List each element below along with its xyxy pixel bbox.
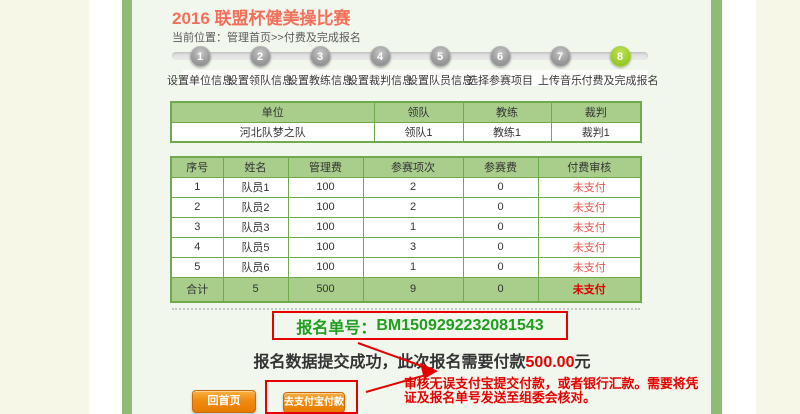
table-row: 2 队员2 100 2 0 未支付 [171, 197, 641, 217]
cell-leader: 领队1 [374, 122, 463, 142]
breadcrumb-current: 付费及完成报名 [284, 32, 361, 44]
cell-unpaid-status: 未支付 [538, 257, 641, 277]
left-green-border [122, 0, 132, 414]
cell-index: 2 [171, 197, 223, 217]
header-index: 序号 [171, 157, 223, 177]
total-mgmt-fee: 500 [288, 277, 363, 302]
cell-index: 4 [171, 237, 223, 257]
total-count: 5 [223, 277, 288, 302]
header-mgmt-fee: 管理费 [288, 157, 363, 177]
cell-name: 队员6 [223, 257, 288, 277]
cell-coach: 教练1 [463, 122, 551, 142]
cell-mgmt-fee: 100 [288, 177, 363, 197]
right-cream-margin [756, 0, 800, 414]
order-number-box: 报名单号：BM1509292232081543 [272, 311, 568, 340]
team-table-data-row: 河北队梦之队 领队1 教练1 裁判1 [171, 122, 641, 142]
order-number-label: 报名单号： [296, 314, 376, 338]
registration-payment-page: 2016 联盟杯健美操比赛 当前位置：管理首页>>付费及完成报名 1 设置单位信… [0, 0, 800, 414]
cell-name: 队员2 [223, 197, 288, 217]
cell-index: 5 [171, 257, 223, 277]
cell-unpaid-status: 未支付 [538, 237, 641, 257]
total-events: 9 [363, 277, 463, 302]
cell-events: 3 [363, 237, 463, 257]
cell-entry-fee: 0 [463, 197, 538, 217]
cell-unpaid-status: 未支付 [538, 217, 641, 237]
cell-name: 队员5 [223, 237, 288, 257]
step-8-label: 付费及完成报名 [575, 72, 665, 88]
fee-table: 序号 姓名 管理费 参赛项次 参赛费 付费审核 1 队员1 100 2 0 未支… [170, 156, 642, 303]
total-entry-fee: 0 [463, 277, 538, 302]
annotation-note-line1: 审核无误支付宝提交付款，或者银行汇款。需要将凭 [404, 377, 724, 391]
cell-name: 队员1 [223, 177, 288, 197]
cell-events: 1 [363, 257, 463, 277]
annotation-note: 审核无误支付宝提交付款，或者银行汇款。需要将凭 证及报名单号发送至组委会核对。 [404, 377, 724, 405]
cell-name: 队员3 [223, 217, 288, 237]
header-entry-fee: 参赛费 [463, 157, 538, 177]
cell-index: 3 [171, 217, 223, 237]
cell-events: 2 [363, 197, 463, 217]
page-title: 2016 联盟杯健美操比赛 [172, 4, 351, 29]
cell-mgmt-fee: 100 [288, 217, 363, 237]
total-unpaid-status: 未支付 [538, 277, 641, 302]
total-label: 合计 [171, 277, 223, 302]
home-button[interactable]: 回首页 [192, 390, 256, 413]
fee-table-header-row: 序号 姓名 管理费 参赛项次 参赛费 付费审核 [171, 157, 641, 177]
header-unit: 单位 [171, 102, 374, 122]
cell-unpaid-status: 未支付 [538, 197, 641, 217]
cell-entry-fee: 0 [463, 217, 538, 237]
cell-mgmt-fee: 100 [288, 237, 363, 257]
header-name: 姓名 [223, 157, 288, 177]
cell-entry-fee: 0 [463, 237, 538, 257]
step-7-circle[interactable]: 7 [550, 46, 571, 67]
payment-message-prefix: 报名数据提交成功，此次报名需要付款 [254, 354, 526, 371]
cell-unpaid-status: 未支付 [538, 177, 641, 197]
cell-mgmt-fee: 100 [288, 257, 363, 277]
payment-message-suffix: 元 [574, 354, 590, 371]
annotation-highlight-box [265, 380, 358, 414]
step-5-circle[interactable]: 5 [430, 46, 451, 67]
right-green-border [711, 0, 722, 414]
dotted-separator [172, 308, 640, 310]
table-row: 4 队员5 100 3 0 未支付 [171, 237, 641, 257]
cell-events: 1 [363, 217, 463, 237]
step-8: 8 付费及完成报名 [575, 46, 665, 88]
team-summary-table: 单位 领队 教练 裁判 河北队梦之队 领队1 教练1 裁判1 [170, 101, 642, 143]
cell-referee: 裁判1 [551, 122, 641, 142]
fee-table-total-row: 合计 5 500 9 0 未支付 [171, 277, 641, 302]
table-row: 3 队员3 100 1 0 未支付 [171, 217, 641, 237]
header-referee: 裁判 [551, 102, 641, 122]
header-events: 参赛项次 [363, 157, 463, 177]
table-row: 5 队员6 100 1 0 未支付 [171, 257, 641, 277]
left-cream-margin [0, 0, 89, 414]
header-leader: 领队 [374, 102, 463, 122]
cell-index: 1 [171, 177, 223, 197]
cell-mgmt-fee: 100 [288, 197, 363, 217]
header-coach: 教练 [463, 102, 551, 122]
cell-entry-fee: 0 [463, 257, 538, 277]
cell-entry-fee: 0 [463, 177, 538, 197]
order-number-value: BM1509292232081543 [376, 317, 543, 335]
annotation-note-line2: 证及报名单号发送至组委会核对。 [404, 391, 724, 405]
breadcrumb-prefix: 当前位置： [172, 32, 227, 44]
payment-message: 报名数据提交成功，此次报名需要付款500.00元 [132, 348, 712, 372]
breadcrumb-home-link[interactable]: 管理首页 [227, 32, 271, 44]
step-6-circle[interactable]: 6 [490, 46, 511, 67]
team-table-header-row: 单位 领队 教练 裁判 [171, 102, 641, 122]
breadcrumb: 当前位置：管理首页>>付费及完成报名 [172, 29, 361, 45]
cell-unit: 河北队梦之队 [171, 122, 374, 142]
header-pay-status: 付费审核 [538, 157, 641, 177]
payment-amount: 500.00 [526, 354, 575, 371]
breadcrumb-separator: >> [271, 32, 284, 44]
table-row: 1 队员1 100 2 0 未支付 [171, 177, 641, 197]
step-1-circle[interactable]: 1 [190, 46, 211, 67]
step-3-circle[interactable]: 3 [310, 46, 331, 67]
step-2-circle[interactable]: 2 [250, 46, 271, 67]
step-4-circle[interactable]: 4 [370, 46, 391, 67]
cell-events: 2 [363, 177, 463, 197]
step-8-circle-active[interactable]: 8 [610, 46, 631, 67]
